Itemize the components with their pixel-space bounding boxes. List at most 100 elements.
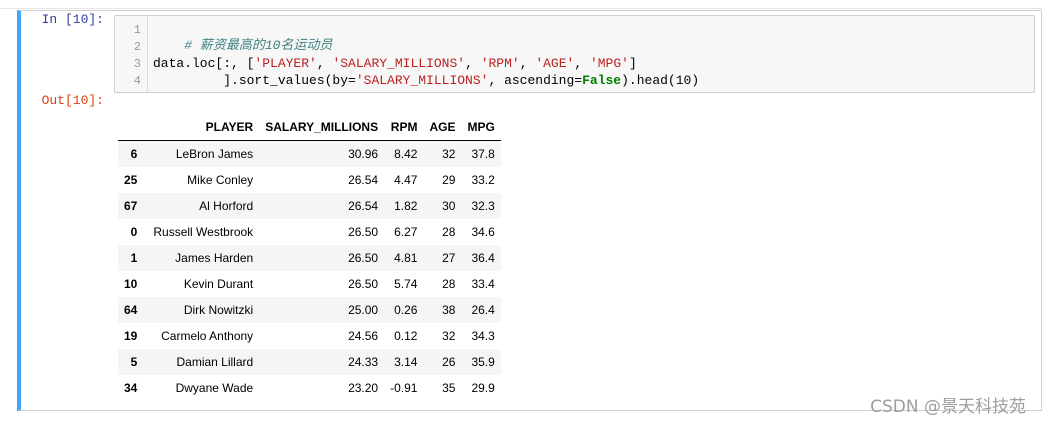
cell-salary: 26.50 [348, 251, 379, 265]
cell-salary: 30.96 [348, 147, 379, 161]
cell-age: 28 [442, 277, 456, 291]
csdn-watermark: CSDN @景天科技苑 [870, 397, 1026, 417]
code-token: ].sort_values(by= [153, 73, 356, 88]
code-token: ] [628, 56, 637, 71]
code-string: 'PLAYER' [254, 56, 317, 71]
table-row: 67 Al Horford 26.54 1.82 30 32.3 [118, 193, 501, 219]
table-row: 64 Dirk Nowitzki 25.00 0.26 38 26.4 [118, 297, 501, 323]
cell-player: Carmelo Anthony [161, 329, 254, 343]
cell-mpg: 34.3 [471, 329, 495, 343]
cell-age: 32 [442, 329, 456, 343]
cell-rpm: 3.14 [394, 355, 418, 369]
row-index: 6 [130, 147, 138, 161]
cell-age: 26 [442, 355, 456, 369]
cell-age: 32 [442, 147, 456, 161]
cell-rpm: 6.27 [394, 225, 418, 239]
code-string: 'SALARY_MILLIONS' [332, 56, 466, 71]
code-keyword: False [582, 73, 622, 88]
cell-mpg: 32.3 [471, 199, 495, 213]
cell-age: 30 [442, 199, 456, 213]
cell-rpm: 8.42 [394, 147, 418, 161]
code-token: , [465, 56, 481, 71]
cell-mpg: 29.9 [471, 381, 495, 395]
cell-mpg: 26.4 [471, 303, 495, 317]
cell-rpm: 5.74 [394, 277, 418, 291]
code-line-4: ].sort_values(by='SALARY_MILLIONS', asce… [153, 73, 699, 89]
code-string: 'AGE' [535, 56, 575, 71]
column-header-age: AGE [423, 114, 462, 141]
cell-mpg: 33.2 [471, 173, 495, 187]
cell-age: 35 [442, 381, 456, 395]
cell-player: James Harden [175, 251, 254, 265]
cell-rpm: -0.91 [390, 381, 418, 395]
cell-player: Al Horford [199, 199, 254, 213]
cell-rpm: 1.82 [394, 199, 418, 213]
cell-player: Damian Lillard [176, 355, 254, 369]
column-header-salary: SALARY_MILLIONS [259, 114, 385, 141]
cell-player: Mike Conley [187, 173, 254, 187]
cell-age: 38 [442, 303, 456, 317]
table-header-row: PLAYER SALARY_MILLIONS RPM AGE MPG [118, 114, 501, 141]
cell-age: 28 [442, 225, 456, 239]
code-editor[interactable]: 1 2 3 4 # 薪资最高的10名运动员 data.loc[:, ['PLAY… [114, 15, 1035, 93]
row-index: 5 [130, 355, 138, 369]
table-row: 34 Dwyane Wade 23.20 -0.91 35 29.9 [118, 375, 501, 401]
code-comment: # 薪资最高的10名运动员 [184, 38, 333, 53]
cell-rpm: 0.12 [394, 329, 418, 343]
cell-salary: 26.54 [348, 173, 379, 187]
code-token: data.loc[:, [ [153, 56, 255, 71]
notebook-top-rule [0, 0, 1042, 9]
code-token: ).head(10) [621, 73, 700, 88]
cell-salary: 26.54 [348, 199, 379, 213]
code-token: , [316, 56, 333, 71]
table-row: 1 James Harden 26.50 4.81 27 36.4 [118, 245, 501, 271]
row-index: 64 [124, 303, 138, 317]
row-index: 25 [124, 173, 138, 187]
table-row: 25 Mike Conley 26.54 4.47 29 33.2 [118, 167, 501, 193]
line-number: 3 [133, 57, 141, 71]
cell-player: LeBron James [175, 147, 254, 161]
cell-salary: 26.50 [348, 277, 379, 291]
line-number: 1 [133, 23, 141, 37]
row-index: 0 [130, 225, 138, 239]
cell-salary: 25.00 [348, 303, 379, 317]
dataframe-output-table: PLAYER SALARY_MILLIONS RPM AGE MPG 6 LeB… [118, 114, 501, 401]
cell-player: Russell Westbrook [153, 225, 254, 239]
cell-rpm: 0.26 [394, 303, 418, 317]
column-header-index [118, 114, 148, 141]
row-index: 34 [124, 381, 138, 395]
code-token: , [574, 56, 590, 71]
code-token: , [519, 56, 536, 71]
column-header-mpg: MPG [461, 114, 501, 141]
line-number: 4 [133, 74, 141, 88]
code-string: 'RPM' [480, 56, 520, 71]
cell-rpm: 4.47 [394, 173, 418, 187]
table-row: 6 LeBron James 30.96 8.42 32 37.8 [118, 140, 501, 167]
row-index: 1 [130, 251, 138, 265]
code-token: , ascending= [488, 73, 583, 88]
column-header-rpm: RPM [384, 114, 424, 141]
code-line-3: data.loc[:, ['PLAYER', 'SALARY_MILLIONS'… [153, 56, 637, 72]
line-number: 2 [133, 40, 141, 54]
cell-mpg: 36.4 [471, 251, 495, 265]
cell-salary: 23.20 [348, 381, 379, 395]
cell-salary: 24.33 [348, 355, 379, 369]
table-row: 5 Damian Lillard 24.33 3.14 26 35.9 [118, 349, 501, 375]
cell-player: Dirk Nowitzki [183, 303, 254, 317]
table-row: 10 Kevin Durant 26.50 5.74 28 33.4 [118, 271, 501, 297]
row-index: 67 [124, 199, 138, 213]
row-index: 10 [124, 277, 138, 291]
cell-player: Dwyane Wade [175, 381, 254, 395]
code-string: 'SALARY_MILLIONS' [355, 73, 489, 88]
line-number-gutter: 1 2 3 4 [115, 16, 148, 92]
cell-age: 27 [442, 251, 456, 265]
cell-age: 29 [442, 173, 456, 187]
input-prompt: In [10]: [41, 12, 104, 27]
column-header-player: PLAYER [147, 114, 260, 141]
table-row: 0 Russell Westbrook 26.50 6.27 28 34.6 [118, 219, 501, 245]
row-index: 19 [124, 329, 138, 343]
cell-player: Kevin Durant [183, 277, 254, 291]
output-prompt: Out[10]: [41, 93, 104, 108]
table-row: 19 Carmelo Anthony 24.56 0.12 32 34.3 [118, 323, 501, 349]
cell-mpg: 37.8 [471, 147, 495, 161]
